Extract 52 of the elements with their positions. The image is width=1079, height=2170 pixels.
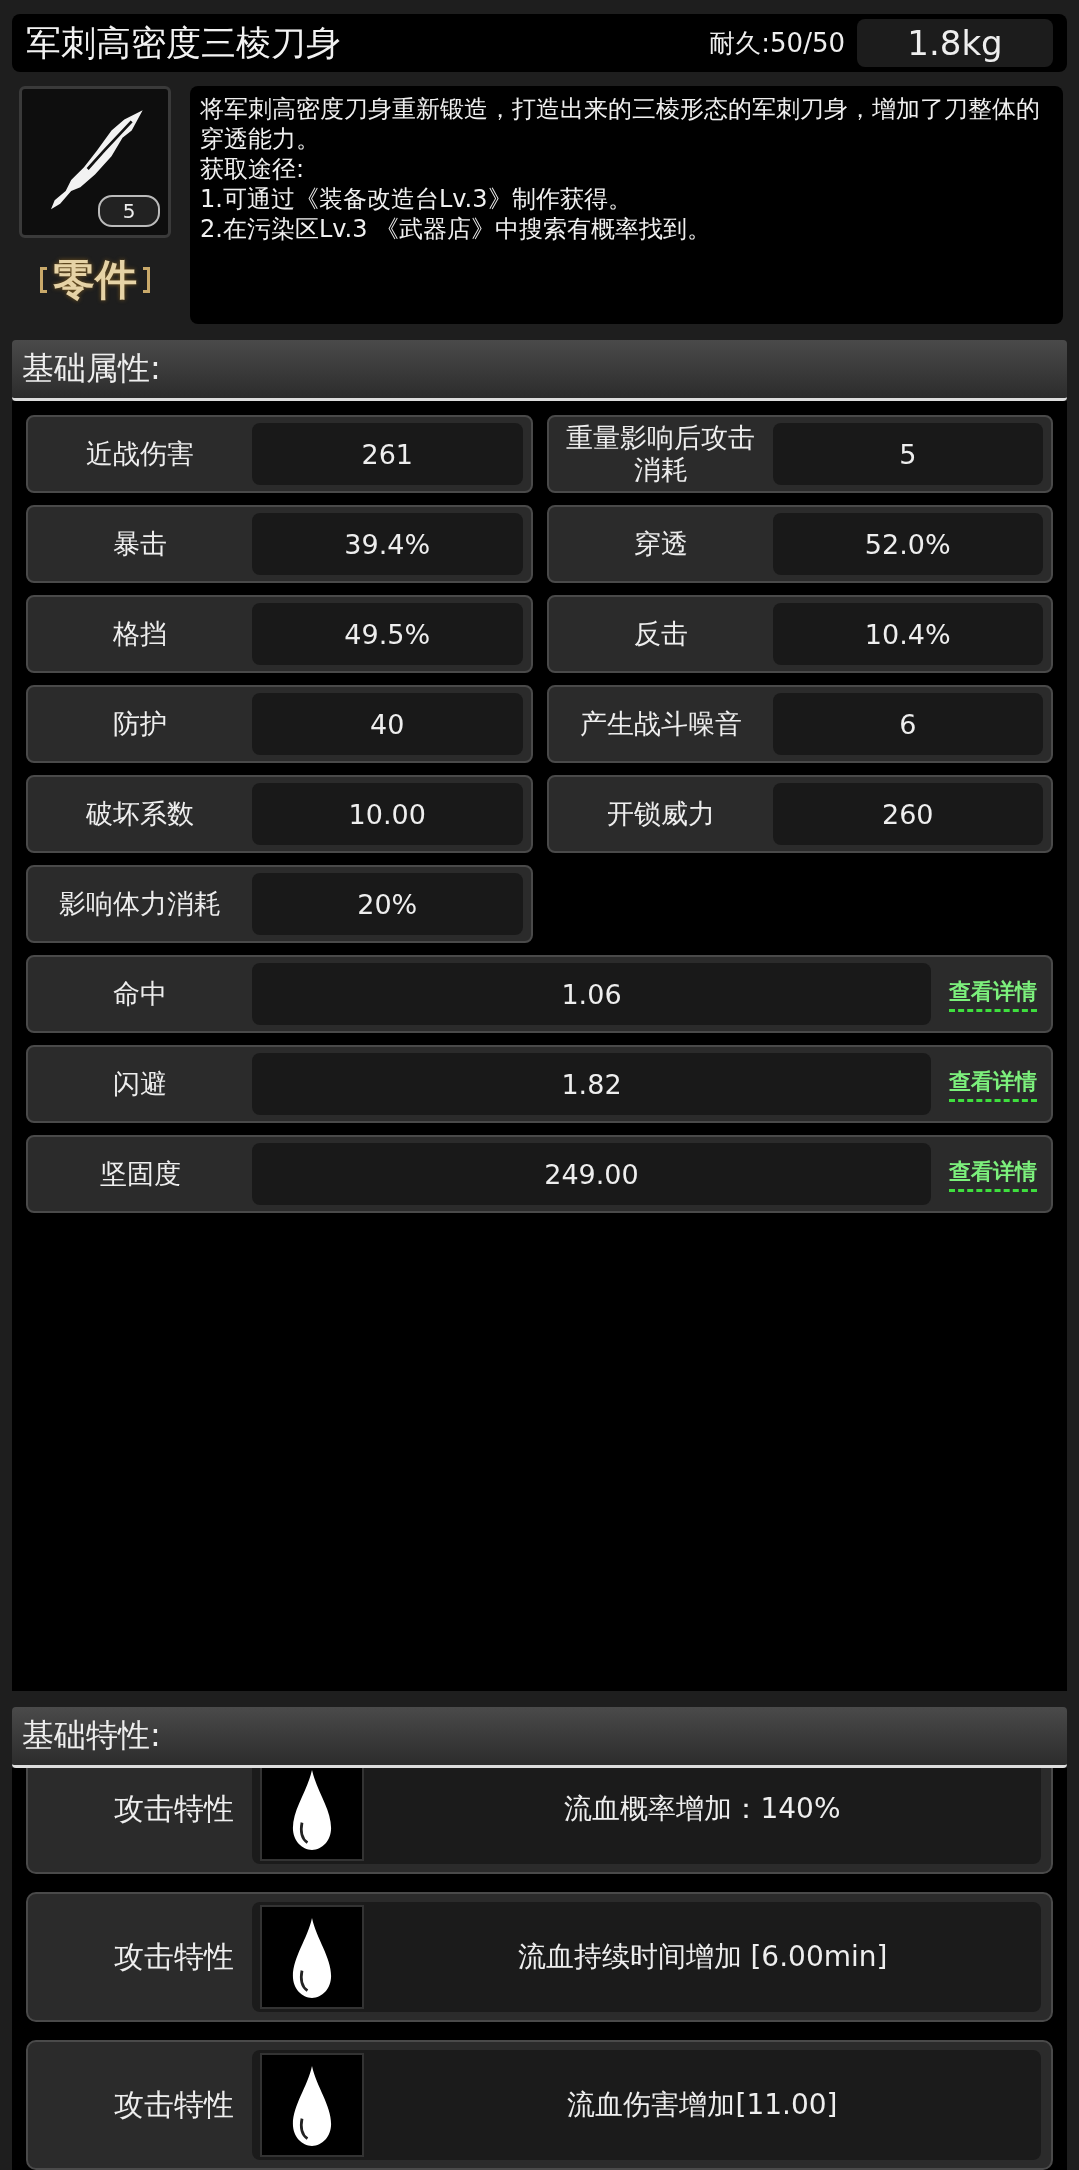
item-name: 军刺高密度三棱刀身 xyxy=(26,21,342,65)
details-link[interactable]: 查看详情 xyxy=(949,976,1037,1012)
description-text: 2.在污染区Lv.3 《武器店》中搜索有概率找到。 xyxy=(200,214,713,244)
durability-text: 耐久:50/50 xyxy=(709,26,845,60)
stat-value: 20% xyxy=(252,873,523,935)
trait-label: 攻击特性 xyxy=(113,2085,235,2124)
stat-value: 52.0% xyxy=(772,513,1043,575)
stat-value: 6 xyxy=(772,693,1043,755)
stat-value: 1.82 xyxy=(252,1053,931,1115)
stat-label: 防护 xyxy=(112,708,168,740)
stat-value: 40 xyxy=(252,693,523,755)
stat-label: 格挡 xyxy=(112,618,168,650)
stat-value: 5 xyxy=(772,423,1043,485)
trait-label: 攻击特性 xyxy=(113,1937,235,1976)
description-text: 获取途径: xyxy=(200,154,306,184)
drop-icon xyxy=(260,2053,364,2157)
stat-label: 命中 xyxy=(112,978,168,1010)
section-title: 基础特性: xyxy=(22,1715,161,1756)
details-link[interactable]: 查看详情 xyxy=(949,1066,1037,1102)
bracket-icon xyxy=(143,267,150,293)
stat-value: 1.06 xyxy=(252,963,931,1025)
stat-label: 重量影响后攻击消耗 xyxy=(565,422,756,486)
description-text: 将军刺高密度刀身重新锻造，打造出来的三棱形态的军刺刀身，增加了刀整体的穿透能力。 xyxy=(200,94,1041,154)
bracket-icon xyxy=(40,267,47,293)
stat-value: 39.4% xyxy=(252,513,523,575)
stat-label: 穿透 xyxy=(632,528,689,560)
trait-text: 流血概率增加：140% xyxy=(563,1791,842,1827)
details-link[interactable]: 查看详情 xyxy=(949,1156,1037,1192)
stat-value: 249.00 xyxy=(252,1143,931,1205)
stat-label: 开锁威力 xyxy=(605,798,716,830)
description-text: 1.可通过《装备改造台Lv.3》制作获得。 xyxy=(200,184,633,214)
stat-value: 261 xyxy=(252,423,523,485)
trait-text: 流血持续时间增加 [6.00min] xyxy=(516,1939,889,1975)
section-title: 基础属性: xyxy=(22,348,161,389)
stat-value: 10.4% xyxy=(772,603,1043,665)
stat-label: 近战伤害 xyxy=(85,438,195,470)
stat-label: 闪避 xyxy=(112,1068,168,1100)
drop-icon xyxy=(260,1905,364,2009)
weight-value: 1.8kg xyxy=(857,19,1053,67)
stat-label: 破坏系数 xyxy=(85,798,195,830)
trait-label: 攻击特性 xyxy=(113,1789,235,1828)
stat-value: 10.00 xyxy=(252,783,523,845)
stat-value: 260 xyxy=(772,783,1043,845)
stat-label: 影响体力消耗 xyxy=(58,888,222,920)
stat-label: 反击 xyxy=(632,618,689,650)
stat-value: 49.5% xyxy=(252,603,523,665)
category-label: 零件 xyxy=(53,254,137,306)
stat-label: 坚固度 xyxy=(98,1158,182,1190)
stat-label: 暴击 xyxy=(112,528,168,560)
count-badge: 5 xyxy=(98,195,160,227)
trait-text: 流血伤害增加[11.00] xyxy=(566,2087,839,2123)
stat-label: 产生战斗噪音 xyxy=(578,708,743,740)
